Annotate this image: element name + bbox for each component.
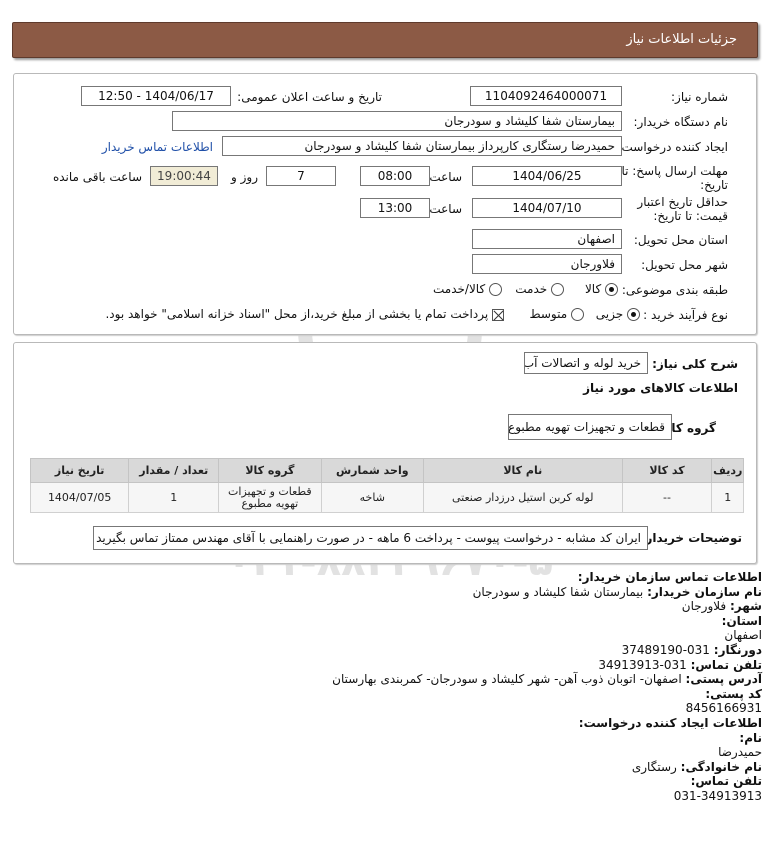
col-name: نام کالا bbox=[422, 458, 623, 483]
phone-value: 031-34913913 bbox=[598, 657, 687, 672]
summary-label: شرح کلی نیاز: bbox=[652, 357, 738, 371]
last-name-label: نام خانوادگی: bbox=[680, 759, 762, 774]
announce-field: 1404/06/17 - 12:50 bbox=[81, 86, 231, 106]
postal-value: 8456166931 bbox=[685, 701, 762, 716]
cell-name: لوله کربن استیل درزدار صنعتی bbox=[422, 482, 623, 513]
page-header: جزئیات اطلاعات نیاز bbox=[12, 22, 758, 58]
announce-label: تاریخ و ساعت اعلان عمومی: bbox=[237, 90, 382, 104]
remaining-time-field: 19:00:44 bbox=[150, 166, 218, 186]
creator-phone-value: 031-34913913 bbox=[673, 788, 762, 803]
cell-date: 1404/07/05 bbox=[29, 482, 130, 513]
address-label: آدرس پستی: bbox=[685, 672, 762, 687]
city-label: شهر محل تحویل: bbox=[641, 258, 728, 272]
deadline-date-field: 1404/06/25 bbox=[472, 166, 622, 186]
cell-code: -- bbox=[621, 482, 713, 513]
goods-info-title: اطلاعات کالاهای مورد نیاز bbox=[583, 381, 738, 395]
validity-label-2: قیمت: تا تاریخ: bbox=[653, 209, 728, 223]
cell-qty: 1 bbox=[128, 482, 220, 513]
validity-time-field: 13:00 bbox=[360, 198, 430, 218]
deadline-label-1: مهلت ارسال پاسخ: تا bbox=[621, 164, 728, 178]
contact-title: اطلاعات تماس سازمان خریدار: bbox=[577, 570, 762, 584]
cell-group: قطعات و تجهیزات تهویه مطبوع bbox=[218, 482, 322, 513]
deadline-time-label: ساعت bbox=[429, 170, 462, 184]
col-code: کد کالا bbox=[621, 458, 713, 483]
contact-city-value: فلاورجان bbox=[681, 599, 727, 614]
buyer-org-field: بیمارستان شفا کلیشاد و سودرجان bbox=[172, 111, 622, 131]
validity-date-field: 1404/07/10 bbox=[472, 198, 622, 218]
radio-medium[interactable] bbox=[571, 308, 584, 321]
deadline-time-field: 08:00 bbox=[360, 166, 430, 186]
need-number-field: 1104092464000071 bbox=[470, 86, 622, 106]
cell-unit: شاخه bbox=[320, 482, 424, 513]
category-option-both[interactable]: کالا/خدمت bbox=[433, 282, 502, 296]
radio-goods[interactable] bbox=[605, 283, 618, 296]
radio-both[interactable] bbox=[489, 283, 502, 296]
contact-province-label: استان: bbox=[721, 613, 762, 628]
first-name-value: حمیدرضا bbox=[718, 745, 762, 760]
col-unit: واحد شمارش bbox=[320, 458, 424, 483]
first-name-label: نام: bbox=[739, 730, 762, 745]
days-field: 7 bbox=[266, 166, 336, 186]
category-option-service[interactable]: خدمت bbox=[515, 282, 564, 296]
summary-field: خرید لوله و اتصالات آب bbox=[524, 352, 648, 374]
category-label: طبقه بندی موضوعی: bbox=[621, 283, 728, 297]
need-number-label: شماره نیاز: bbox=[671, 90, 728, 104]
days-label: روز و bbox=[231, 170, 258, 184]
city-field: فلاورجان bbox=[472, 254, 622, 274]
contact-province-value: اصفهان bbox=[724, 628, 762, 643]
last-name-value: رستگاری bbox=[631, 759, 677, 774]
treasury-checkbox[interactable] bbox=[492, 308, 504, 321]
goods-table-header: ردیف کد کالا نام کالا واحد شمارش گروه کا… bbox=[29, 458, 744, 483]
buyer-notes-field: ایران کد مشابه - درخواست پیوست - پرداخت … bbox=[93, 526, 648, 550]
purchase-option-minor[interactable]: جزیی bbox=[596, 307, 640, 321]
radio-service[interactable] bbox=[551, 283, 564, 296]
creator-title: اطلاعات ایجاد کننده درخواست: bbox=[578, 715, 762, 730]
purchase-option-medium[interactable]: متوسط bbox=[529, 307, 584, 321]
province-field: اصفهان bbox=[472, 229, 622, 249]
category-option-goods[interactable]: کالا bbox=[585, 282, 618, 296]
deadline-label-2: تاریخ: bbox=[700, 178, 728, 192]
fax-value: 031-37489190 bbox=[621, 642, 710, 657]
cell-row: 1 bbox=[711, 482, 744, 513]
phone-label: تلفن تماس: bbox=[690, 657, 762, 672]
purchase-type-label: نوع فرآیند خرید : bbox=[643, 308, 728, 322]
org-name-label: نام سازمان خریدار: bbox=[647, 584, 762, 599]
postal-label: کد پستی: bbox=[705, 686, 762, 701]
col-date: تاریخ نیاز bbox=[29, 458, 130, 483]
buyer-notes-label: توضیحات خریدار: bbox=[640, 531, 742, 545]
col-qty: تعداد / مقدار bbox=[128, 458, 220, 483]
buyer-org-label: نام دستگاه خریدار: bbox=[633, 115, 729, 129]
remaining-label: ساعت باقی مانده bbox=[52, 170, 142, 184]
fax-label: دورنگار: bbox=[713, 642, 762, 657]
creator-phone-label: تلفن تماس: bbox=[690, 774, 762, 789]
goods-group-field: قطعات و تجهیزات تهویه مطبوع bbox=[508, 414, 672, 440]
validity-time-label: ساعت bbox=[429, 202, 462, 216]
org-name-value: بیمارستان شفا کلیشاد و سودرجان bbox=[472, 584, 644, 599]
radio-minor[interactable] bbox=[627, 308, 640, 321]
province-label: استان محل تحویل: bbox=[633, 233, 728, 247]
treasury-payment-option[interactable]: پرداخت تمام یا بخشی از مبلغ خرید،از محل … bbox=[105, 307, 504, 321]
validity-label-1: حداقل تاریخ اعتبار bbox=[637, 195, 728, 209]
address-value: اصفهان- اتوبان ذوب آهن- شهر کلیشاد و سود… bbox=[332, 672, 682, 687]
contact-info: اطلاعات تماس سازمان خریدار: نام سازمان خ… bbox=[12, 570, 762, 804]
col-row: ردیف bbox=[711, 458, 744, 483]
col-group: گروه کالا bbox=[218, 458, 322, 483]
goods-table: ردیف کد کالا نام کالا واحد شمارش گروه کا… bbox=[29, 458, 744, 513]
requester-label: ایجاد کننده درخواست: bbox=[617, 140, 728, 154]
contact-city-label: شهر: bbox=[730, 599, 762, 614]
requester-field: حمیدرضا رستگاری کارپرداز بیمارستان شفا ک… bbox=[222, 136, 622, 156]
need-details-panel: شرح کلی نیاز: خرید لوله و اتصالات آب اطل… bbox=[13, 342, 757, 564]
table-row: 1 -- لوله کربن استیل درزدار صنعتی شاخه ق… bbox=[29, 482, 744, 513]
need-info-panel: شماره نیاز: 1104092464000071 تاریخ و ساع… bbox=[13, 73, 757, 335]
page-title: جزئیات اطلاعات نیاز bbox=[626, 32, 737, 47]
buyer-contact-link[interactable]: اطلاعات تماس خریدار bbox=[102, 140, 213, 154]
